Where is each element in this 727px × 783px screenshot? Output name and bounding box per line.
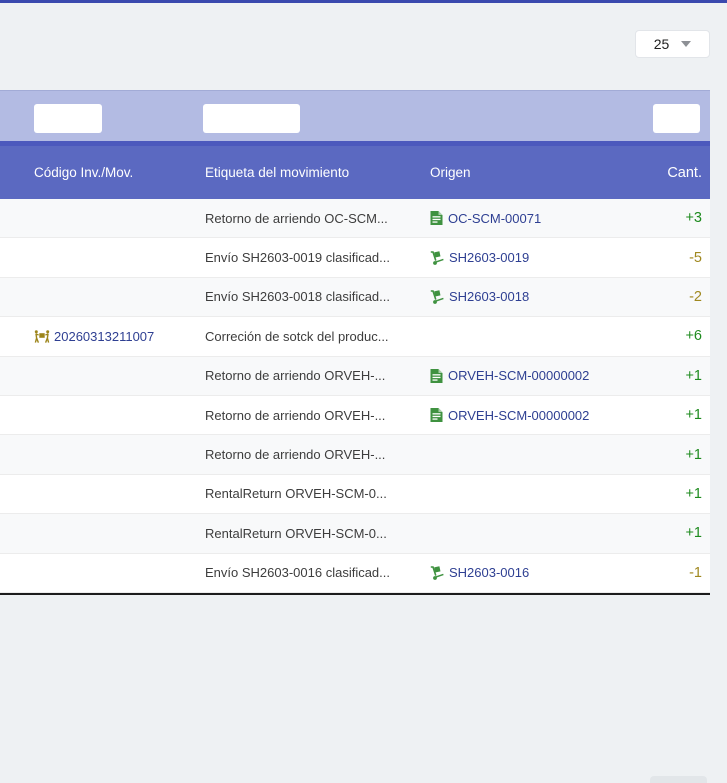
movement-label: Envío SH2603-0018 clasificad...	[205, 289, 430, 304]
file-invoice-icon	[430, 369, 443, 383]
origin-link[interactable]: SH2603-0019	[449, 250, 529, 265]
table-row[interactable]: Envío SH2603-0016 clasificad... SH2603-0…	[0, 554, 710, 593]
quantity-value: +1	[645, 486, 710, 502]
table-row[interactable]: RentalReturn ORVEH-SCM-0... +1	[0, 475, 710, 514]
dolly-icon	[430, 251, 444, 265]
page-length-select[interactable]: 25	[635, 30, 710, 58]
origin-link[interactable]: OC-SCM-00071	[448, 211, 541, 226]
origin-link[interactable]: ORVEH-SCM-00000002	[448, 368, 589, 383]
table-row[interactable]: 20260313211007 Correción de sotck del pr…	[0, 317, 710, 356]
movement-label: Envío SH2603-0019 clasificad...	[205, 250, 430, 265]
dolly-icon	[430, 290, 444, 304]
quantity-value: +1	[645, 368, 710, 384]
movement-label: Retorno de arriendo ORVEH-...	[205, 447, 430, 462]
column-header-cant[interactable]: Cant.	[645, 165, 710, 181]
column-header-etiqueta[interactable]: Etiqueta del movimiento	[205, 165, 430, 180]
page-length-value: 25	[654, 36, 670, 52]
dolly-icon	[430, 566, 444, 580]
quantity-value: +1	[645, 407, 710, 423]
movement-label: RentalReturn ORVEH-SCM-0...	[205, 486, 430, 501]
quantity-value: +1	[645, 525, 710, 541]
table-row[interactable]: Retorno de arriendo ORVEH-... ORVEH-SCM-…	[0, 357, 710, 396]
filter-input-codigo[interactable]	[34, 104, 102, 133]
top-accent-bar	[0, 0, 727, 3]
file-invoice-icon	[430, 211, 443, 225]
quantity-value: -2	[645, 289, 710, 305]
movement-label: RentalReturn ORVEH-SCM-0...	[205, 526, 430, 541]
movement-label: Retorno de arriendo OC-SCM...	[205, 211, 430, 226]
column-header-origen[interactable]: Origen	[430, 165, 645, 180]
table-header-row: Código Inv./Mov. Etiqueta del movimiento…	[0, 146, 710, 199]
quantity-value: -5	[645, 250, 710, 266]
filter-input-etiqueta[interactable]	[203, 104, 300, 133]
inventory-code-link[interactable]: 20260313211007	[54, 329, 154, 344]
people-carry-icon	[34, 330, 50, 343]
origin-link[interactable]: SH2603-0016	[449, 565, 529, 580]
movement-label: Retorno de arriendo ORVEH-...	[205, 368, 430, 383]
table-filter-row	[0, 90, 710, 141]
table-row[interactable]: Retorno de arriendo OC-SCM... OC-SCM-000…	[0, 199, 710, 238]
origin-link[interactable]: SH2603-0018	[449, 289, 529, 304]
table-row[interactable]: Envío SH2603-0018 clasificad... SH2603-0…	[0, 278, 710, 317]
table-row[interactable]: Retorno de arriendo ORVEH-... ORVEH-SCM-…	[0, 396, 710, 435]
movements-table: Código Inv./Mov. Etiqueta del movimiento…	[0, 90, 710, 595]
table-row[interactable]: Retorno de arriendo ORVEH-... +1	[0, 435, 710, 474]
movement-label: Envío SH2603-0016 clasificad...	[205, 565, 430, 580]
filter-input-cant[interactable]	[653, 104, 700, 133]
chevron-down-icon	[681, 41, 691, 47]
table-row[interactable]: RentalReturn ORVEH-SCM-0... +1	[0, 514, 710, 553]
file-invoice-icon	[430, 408, 443, 422]
origin-link[interactable]: ORVEH-SCM-00000002	[448, 408, 589, 423]
quantity-value: +6	[645, 328, 710, 344]
bottom-right-scroll-corner	[650, 776, 707, 783]
quantity-value: +1	[645, 447, 710, 463]
column-header-codigo[interactable]: Código Inv./Mov.	[0, 165, 205, 180]
quantity-value: +3	[645, 210, 710, 226]
quantity-value: -1	[645, 565, 710, 581]
table-row[interactable]: Envío SH2603-0019 clasificad... SH2603-0…	[0, 238, 710, 277]
movement-label: Correción de sotck del produc...	[205, 329, 430, 344]
table-bottom-border	[0, 593, 710, 595]
movement-label: Retorno de arriendo ORVEH-...	[205, 408, 430, 423]
